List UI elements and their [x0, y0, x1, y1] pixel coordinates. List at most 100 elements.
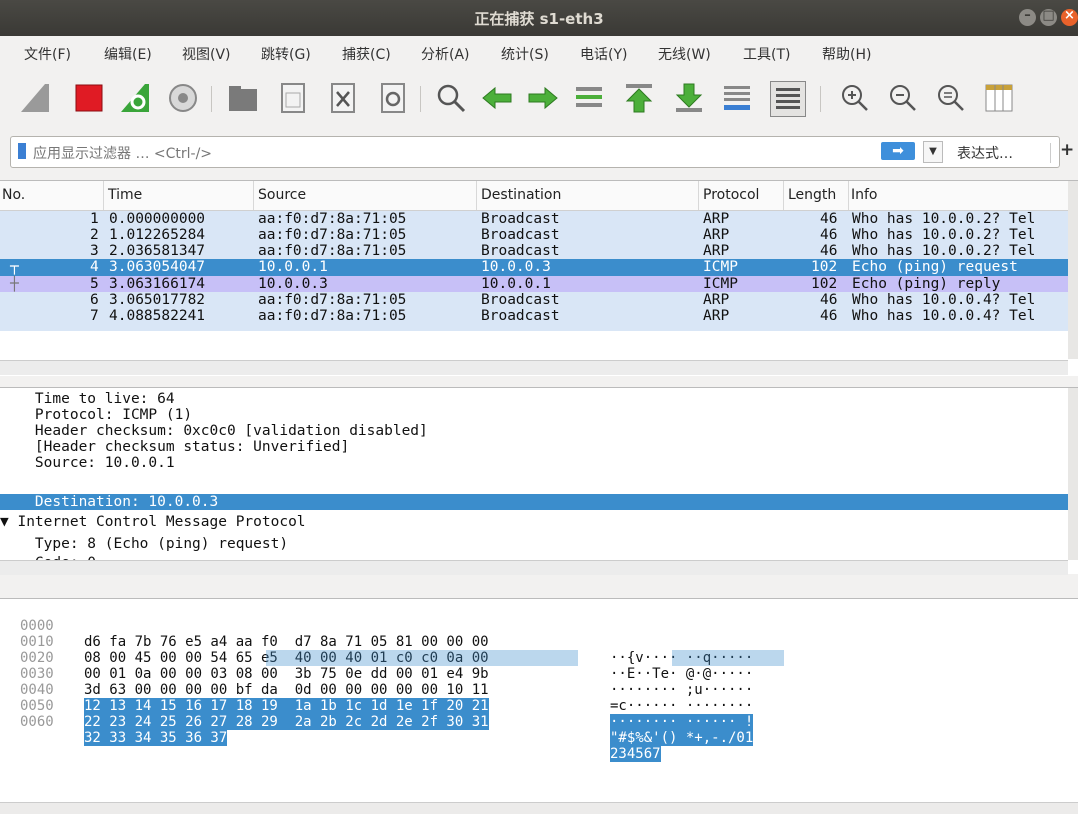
detail-line[interactable]: Source: 10.0.0.1 [0, 455, 1068, 471]
maximize-button[interactable]: □ [1040, 8, 1057, 26]
bytes-row[interactable]: 0010 08 00 45 00 00 54 65 e5 40 00 40 01… [0, 618, 753, 682]
menu-view[interactable]: 视图(V) [182, 44, 231, 64]
detail-tree-node[interactable]: ▼ Internet Control Message Protocol [0, 514, 1068, 530]
packet-no: 4 [90, 259, 99, 275]
window-title: 正在捕获 s1-eth3 [474, 10, 604, 28]
packet-protocol: ARP [703, 211, 730, 227]
menu-edit[interactable]: 编辑(E) [104, 44, 152, 64]
packet-time: 4.088582241 [109, 308, 206, 324]
packet-list-header: No. Time Source Destination Protocol Len… [0, 181, 1068, 211]
minimize-icon: – [1024, 8, 1031, 23]
detail-line[interactable]: Time to live: 64 [0, 391, 1068, 407]
packet-details: Time to live: 64 Protocol: ICMP (1) Head… [0, 387, 1078, 575]
packet-destination: Broadcast [481, 227, 560, 243]
find-packet-button[interactable] [434, 81, 468, 115]
bytes-row[interactable]: 0000 d6 fa 7b 76 e5 a4 aa f0 d7 8a 71 05… [0, 602, 753, 666]
packet-list: No. Time Source Destination Protocol Len… [0, 180, 1078, 376]
close-button[interactable]: × [1061, 8, 1078, 26]
details-vscrollbar[interactable] [1068, 388, 1078, 560]
bytes-row[interactable]: 0050 22 23 24 25 26 27 28 29 2a 2b 2c 2d… [0, 682, 754, 746]
detail-line[interactable]: [Header checksum status: Unverified] [0, 439, 1068, 455]
menu-bar: 文件(F) 编辑(E) 视图(V) 跳转(G) 捕获(C) 分析(A) 统计(S… [0, 36, 1078, 68]
capture-options-button[interactable] [166, 81, 200, 115]
column-length[interactable]: Length [788, 187, 836, 203]
packet-row-selected[interactable]: ┬ 4 3.063054047 10.0.0.1 10.0.0.3 ICMP 1… [0, 259, 1068, 276]
packet-time: 3.063054047 [109, 259, 206, 275]
packet-source: aa:f0:d7:8a:71:05 [258, 308, 407, 324]
packet-row[interactable]: 3 2.036581347 aa:f0:d7:8a:71:05 Broadcas… [0, 243, 1068, 259]
save-file-button[interactable] [276, 81, 310, 115]
menu-analyze[interactable]: 分析(A) [421, 44, 470, 64]
close-file-button[interactable] [326, 81, 360, 115]
column-protocol[interactable]: Protocol [703, 187, 759, 203]
packet-row[interactable]: 1 0.000000000 aa:f0:d7:8a:71:05 Broadcas… [0, 211, 1068, 227]
bookmark-icon[interactable] [18, 143, 26, 159]
expression-button[interactable]: 表达式… [957, 143, 1013, 163]
go-back-button[interactable] [480, 81, 514, 115]
menu-go[interactable]: 跳转(G) [261, 44, 311, 64]
filter-history-dropdown[interactable]: ▼ [923, 141, 943, 163]
wireshark-window: 正在捕获 s1-eth3 – □ × 文件(F) 编辑(E) 视图(V) 跳转(… [0, 0, 1078, 814]
byte-hex: 3d 63 00 00 00 00 bf da 0d 00 00 00 00 0… [84, 682, 489, 698]
colorize-button[interactable] [770, 81, 806, 117]
zoom-out-button[interactable] [886, 81, 920, 115]
column-destination[interactable]: Destination [481, 187, 561, 203]
resize-columns-button[interactable] [982, 81, 1016, 115]
packet-row[interactable]: 2 1.012265284 aa:f0:d7:8a:71:05 Broadcas… [0, 227, 1068, 243]
packet-row[interactable]: ┼ 5 3.063166174 10.0.0.3 10.0.0.1 ICMP 1… [0, 276, 1068, 292]
zoom-out-icon [890, 85, 916, 111]
detail-line-selected[interactable]: Destination: 10.0.0.3 [0, 494, 1068, 510]
menu-help[interactable]: 帮助(H) [822, 44, 871, 64]
zoom-in-button[interactable] [838, 81, 872, 115]
detail-line[interactable]: Type: 8 (Echo (ping) request) [0, 536, 1068, 552]
menu-wireless[interactable]: 无线(W) [658, 44, 711, 64]
column-no[interactable]: No. [2, 187, 25, 203]
go-to-packet-button[interactable] [572, 81, 606, 115]
detail-line[interactable]: Protocol: ICMP (1) [0, 407, 1068, 423]
packet-info: Who has 10.0.0.4? Tel [852, 308, 1036, 324]
last-packet-button[interactable] [672, 81, 706, 115]
zoom-in-icon [842, 85, 868, 111]
related-packet-icon: ┬ [10, 259, 19, 275]
packet-list-hscrollbar[interactable] [0, 360, 1068, 375]
details-hscrollbar[interactable] [0, 560, 1068, 575]
first-packet-button[interactable] [622, 81, 656, 115]
packet-list-vscrollbar[interactable] [1068, 181, 1078, 359]
bytes-row[interactable]: 0030 3d 63 00 00 00 00 bf da 0d 00 00 00… [0, 650, 784, 714]
menu-tools[interactable]: 工具(T) [743, 44, 790, 64]
start-capture-button[interactable] [18, 81, 52, 115]
minimize-button[interactable]: – [1019, 8, 1036, 26]
packet-row-partial[interactable] [0, 324, 1068, 331]
packet-row[interactable]: 7 4.088582241 aa:f0:d7:8a:71:05 Broadcas… [0, 308, 1068, 324]
column-source[interactable]: Source [258, 187, 306, 203]
restart-capture-button[interactable] [118, 81, 152, 115]
add-filter-button[interactable]: + [1060, 140, 1074, 160]
packet-row[interactable]: 6 3.065017782 aa:f0:d7:8a:71:05 Broadcas… [0, 292, 1068, 308]
auto-scroll-button[interactable] [720, 81, 754, 115]
bytes-row[interactable]: 0060 32 33 34 35 36 37 234567 [0, 698, 661, 762]
apply-filter-button[interactable]: ➡ [881, 142, 915, 160]
packet-no: 3 [90, 243, 99, 259]
menu-telephony[interactable]: 电话(Y) [580, 44, 627, 64]
menu-capture[interactable]: 捕获(C) [342, 44, 391, 64]
reload-file-button[interactable] [376, 81, 410, 115]
reload-icon [381, 83, 405, 113]
column-info[interactable]: Info [851, 187, 878, 203]
display-filter-input[interactable]: 应用显示过滤器 … <Ctrl-/> ➡ ▼ [10, 136, 1060, 168]
column-time[interactable]: Time [108, 187, 142, 203]
bytes-row[interactable]: 0020 00 01 0a 00 00 03 08 00 3b 75 0e dd… [0, 634, 753, 698]
packet-length: 46 [820, 292, 838, 308]
open-file-button[interactable] [226, 81, 260, 115]
file-icon [281, 83, 305, 113]
folder-icon [229, 86, 257, 111]
go-forward-button[interactable] [526, 81, 560, 115]
packet-time: 2.036581347 [109, 243, 206, 259]
normal-size-button[interactable] [934, 81, 968, 115]
packet-info: Who has 10.0.0.4? Tel [852, 292, 1036, 308]
bytes-row[interactable]: 0040 12 13 14 15 16 17 18 19 1a 1b 1c 1d… [0, 666, 754, 730]
menu-statistics[interactable]: 统计(S) [501, 44, 549, 64]
menu-file[interactable]: 文件(F) [24, 44, 71, 64]
packet-protocol: ARP [703, 227, 730, 243]
stop-capture-button[interactable] [72, 81, 106, 115]
detail-line[interactable]: Header checksum: 0xc0c0 [validation disa… [0, 423, 1068, 439]
